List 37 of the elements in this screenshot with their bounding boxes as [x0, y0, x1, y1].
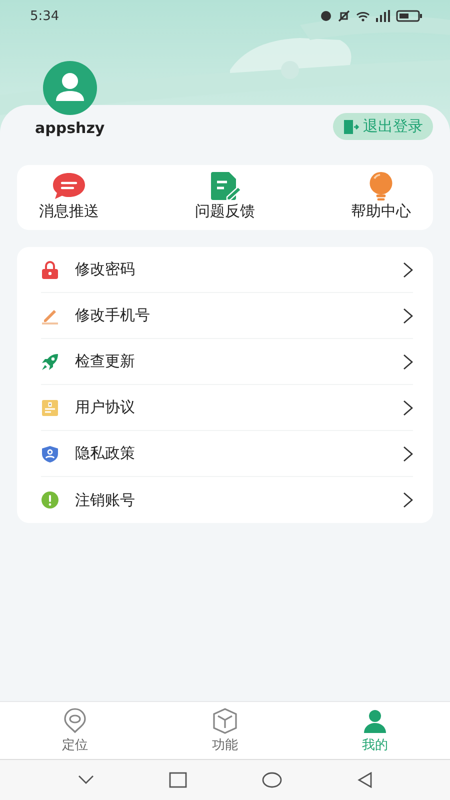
tab[interactable]: 定位 [0, 702, 150, 759]
chevron-right-icon [403, 308, 413, 324]
quick-action[interactable]: 问题反馈 [195, 165, 255, 230]
chevron-down-icon[interactable] [78, 775, 94, 785]
document-icon [41, 398, 59, 416]
chevron-right-icon [403, 262, 413, 278]
location-pin-icon [62, 708, 88, 734]
home-icon[interactable] [262, 772, 282, 788]
back-icon[interactable] [356, 772, 372, 788]
menu-item[interactable]: 修改密码 [41, 247, 413, 293]
battery-icon [396, 10, 422, 22]
menu-item[interactable]: 隐私政策 [41, 431, 413, 477]
exit-door-icon [343, 118, 359, 134]
lock-icon [41, 260, 59, 278]
shield-icon [41, 444, 59, 462]
menu-item[interactable]: 用户协议 [41, 385, 413, 431]
quick-action[interactable]: 消息推送 [39, 165, 99, 230]
person-icon [362, 708, 388, 734]
status-time: 5:34 [30, 8, 60, 24]
rocket-icon [41, 352, 59, 370]
tab[interactable]: 功能 [150, 702, 300, 759]
signal-icon [376, 10, 390, 22]
username: appshzy [35, 119, 105, 137]
menu-item[interactable]: 修改手机号 [41, 293, 413, 339]
recent-apps-icon[interactable] [168, 772, 186, 788]
chevron-right-icon [403, 446, 413, 462]
chat-bubble-icon [51, 171, 87, 201]
exclamation-icon [41, 491, 59, 509]
menu-item[interactable]: 注销账号 [41, 477, 413, 523]
wifi-icon [356, 10, 370, 22]
chevron-right-icon [403, 354, 413, 370]
menu-item[interactable]: 检查更新 [41, 339, 413, 385]
quick-action[interactable]: 帮助中心 [351, 165, 411, 230]
avatar[interactable] [43, 61, 97, 115]
cube-icon [212, 708, 238, 734]
chevron-right-icon [403, 400, 413, 416]
chevron-right-icon [403, 492, 413, 508]
